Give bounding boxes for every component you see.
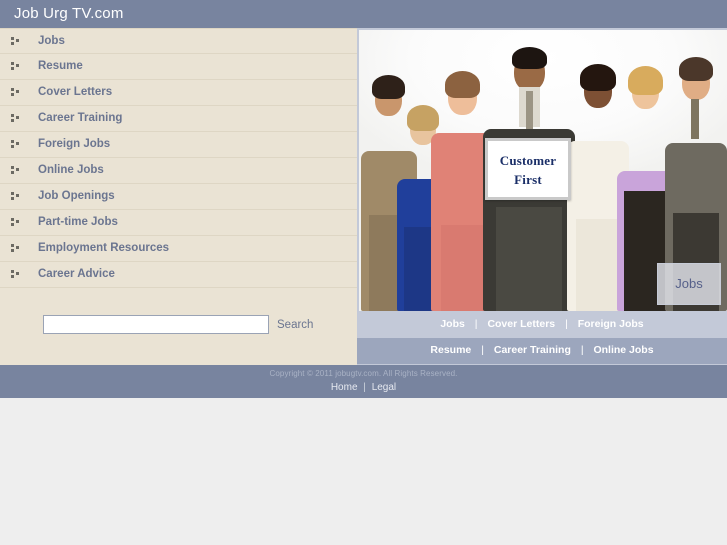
hero-nav-link-cover-letters[interactable]: Cover Letters [487, 318, 555, 330]
nav-separator: | [474, 318, 478, 330]
sign-line-1: Customer [499, 153, 557, 168]
sidebar-item-job-openings[interactable]: Job Openings [0, 184, 357, 210]
sidebar-item-label: Employment Resources [38, 242, 170, 254]
three-squares-bullet-icon [11, 218, 22, 229]
search-button[interactable]: Search [277, 319, 313, 331]
sidebar-item-cover-letters[interactable]: Cover Letters [0, 80, 357, 106]
hero-image: Customer First Jobs [359, 30, 727, 311]
hero-nav-link-career-training[interactable]: Career Training [494, 344, 571, 356]
hero-nav-link-jobs[interactable]: Jobs [440, 318, 465, 330]
hero-nav-row-2: Resume | Career Training | Online Jobs [357, 338, 727, 364]
nav-separator: | [580, 344, 584, 356]
customer-first-sign: Customer First [485, 138, 571, 200]
sidebar-menu: Jobs Resume Cover Letters Career Trainin… [0, 28, 357, 288]
sidebar-item-resume[interactable]: Resume [0, 54, 357, 80]
photo-figure-hair [628, 66, 663, 95]
sidebar-item-label: Resume [38, 60, 83, 72]
search-row: Search [0, 310, 357, 350]
sidebar-item-label: Career Training [38, 112, 123, 124]
photo-figure-legs [496, 207, 562, 311]
main-body: Jobs Resume Cover Letters Career Trainin… [0, 28, 727, 365]
photo-figure-hair [679, 57, 713, 81]
sidebar: Jobs Resume Cover Letters Career Trainin… [0, 28, 357, 365]
footer-separator: | [363, 382, 366, 393]
sidebar-item-foreign-jobs[interactable]: Foreign Jobs [0, 132, 357, 158]
hero-nav-row-1-inner: Jobs | Cover Letters | Foreign Jobs [440, 318, 643, 330]
three-squares-bullet-icon [11, 62, 22, 73]
photo-figure-hair [512, 47, 547, 69]
hero-nav-link-foreign-jobs[interactable]: Foreign Jobs [578, 318, 644, 330]
three-squares-bullet-icon [11, 192, 22, 203]
sidebar-item-jobs[interactable]: Jobs [0, 28, 357, 54]
sign-line-2: First [514, 172, 542, 187]
hero-jobs-badge-label: Jobs [675, 276, 703, 291]
sidebar-item-label: Part-time Jobs [38, 216, 118, 228]
sidebar-item-label: Career Advice [38, 268, 115, 280]
footer-link-home[interactable]: Home [331, 382, 358, 393]
photo-figure-tie [691, 99, 699, 139]
site-title: Job Urg TV.com [14, 5, 124, 22]
sidebar-item-label: Cover Letters [38, 86, 113, 98]
three-squares-bullet-icon [11, 270, 22, 281]
photo-figure-hair [445, 71, 480, 98]
copyright-text: Copyright © 2011 jobugtv.com. All Rights… [269, 369, 458, 378]
hero-jobs-badge[interactable]: Jobs [657, 263, 721, 305]
sidebar-item-career-training[interactable]: Career Training [0, 106, 357, 132]
nav-separator: | [481, 344, 484, 356]
page-root: Job Urg TV.com Jobs Resume Cover Letters [0, 0, 727, 545]
photo-figure-legs [441, 225, 485, 311]
sidebar-item-label: Online Jobs [38, 164, 104, 176]
three-squares-bullet-icon [11, 166, 22, 177]
photo-figure-tie [526, 91, 533, 129]
hero-nav-link-online-jobs[interactable]: Online Jobs [593, 344, 653, 356]
sidebar-item-online-jobs[interactable]: Online Jobs [0, 158, 357, 184]
nav-separator: | [565, 318, 568, 330]
three-squares-bullet-icon [11, 244, 22, 255]
hero-nav-link-resume[interactable]: Resume [430, 344, 471, 356]
page-background-area [0, 398, 727, 545]
sidebar-item-employment-resources[interactable]: Employment Resources [0, 236, 357, 262]
hero-photo-backdrop: Customer First Jobs [359, 30, 727, 311]
sidebar-item-part-time-jobs[interactable]: Part-time Jobs [0, 210, 357, 236]
three-squares-bullet-icon [11, 88, 22, 99]
three-squares-bullet-icon [11, 37, 22, 48]
hero-nav-row-2-inner: Resume | Career Training | Online Jobs [430, 344, 653, 356]
sidebar-item-label: Jobs [38, 35, 65, 47]
site-footer: Copyright © 2011 jobugtv.com. All Rights… [0, 365, 727, 398]
sidebar-item-label: Job Openings [38, 190, 115, 202]
three-squares-bullet-icon [11, 140, 22, 151]
hero-column: Customer First Jobs Jobs | Cover Letters… [357, 28, 727, 365]
sidebar-item-career-advice[interactable]: Career Advice [0, 262, 357, 288]
site-header: Job Urg TV.com [0, 0, 727, 28]
hero-nav-row-1: Jobs | Cover Letters | Foreign Jobs [357, 312, 727, 338]
search-input[interactable] [43, 315, 269, 334]
sidebar-item-label: Foreign Jobs [38, 138, 111, 150]
three-squares-bullet-icon [11, 114, 22, 125]
footer-links: Home | Legal [0, 382, 727, 393]
photo-figure-hair [580, 64, 616, 91]
photo-figure-legs [576, 219, 620, 311]
footer-link-legal[interactable]: Legal [372, 382, 396, 393]
